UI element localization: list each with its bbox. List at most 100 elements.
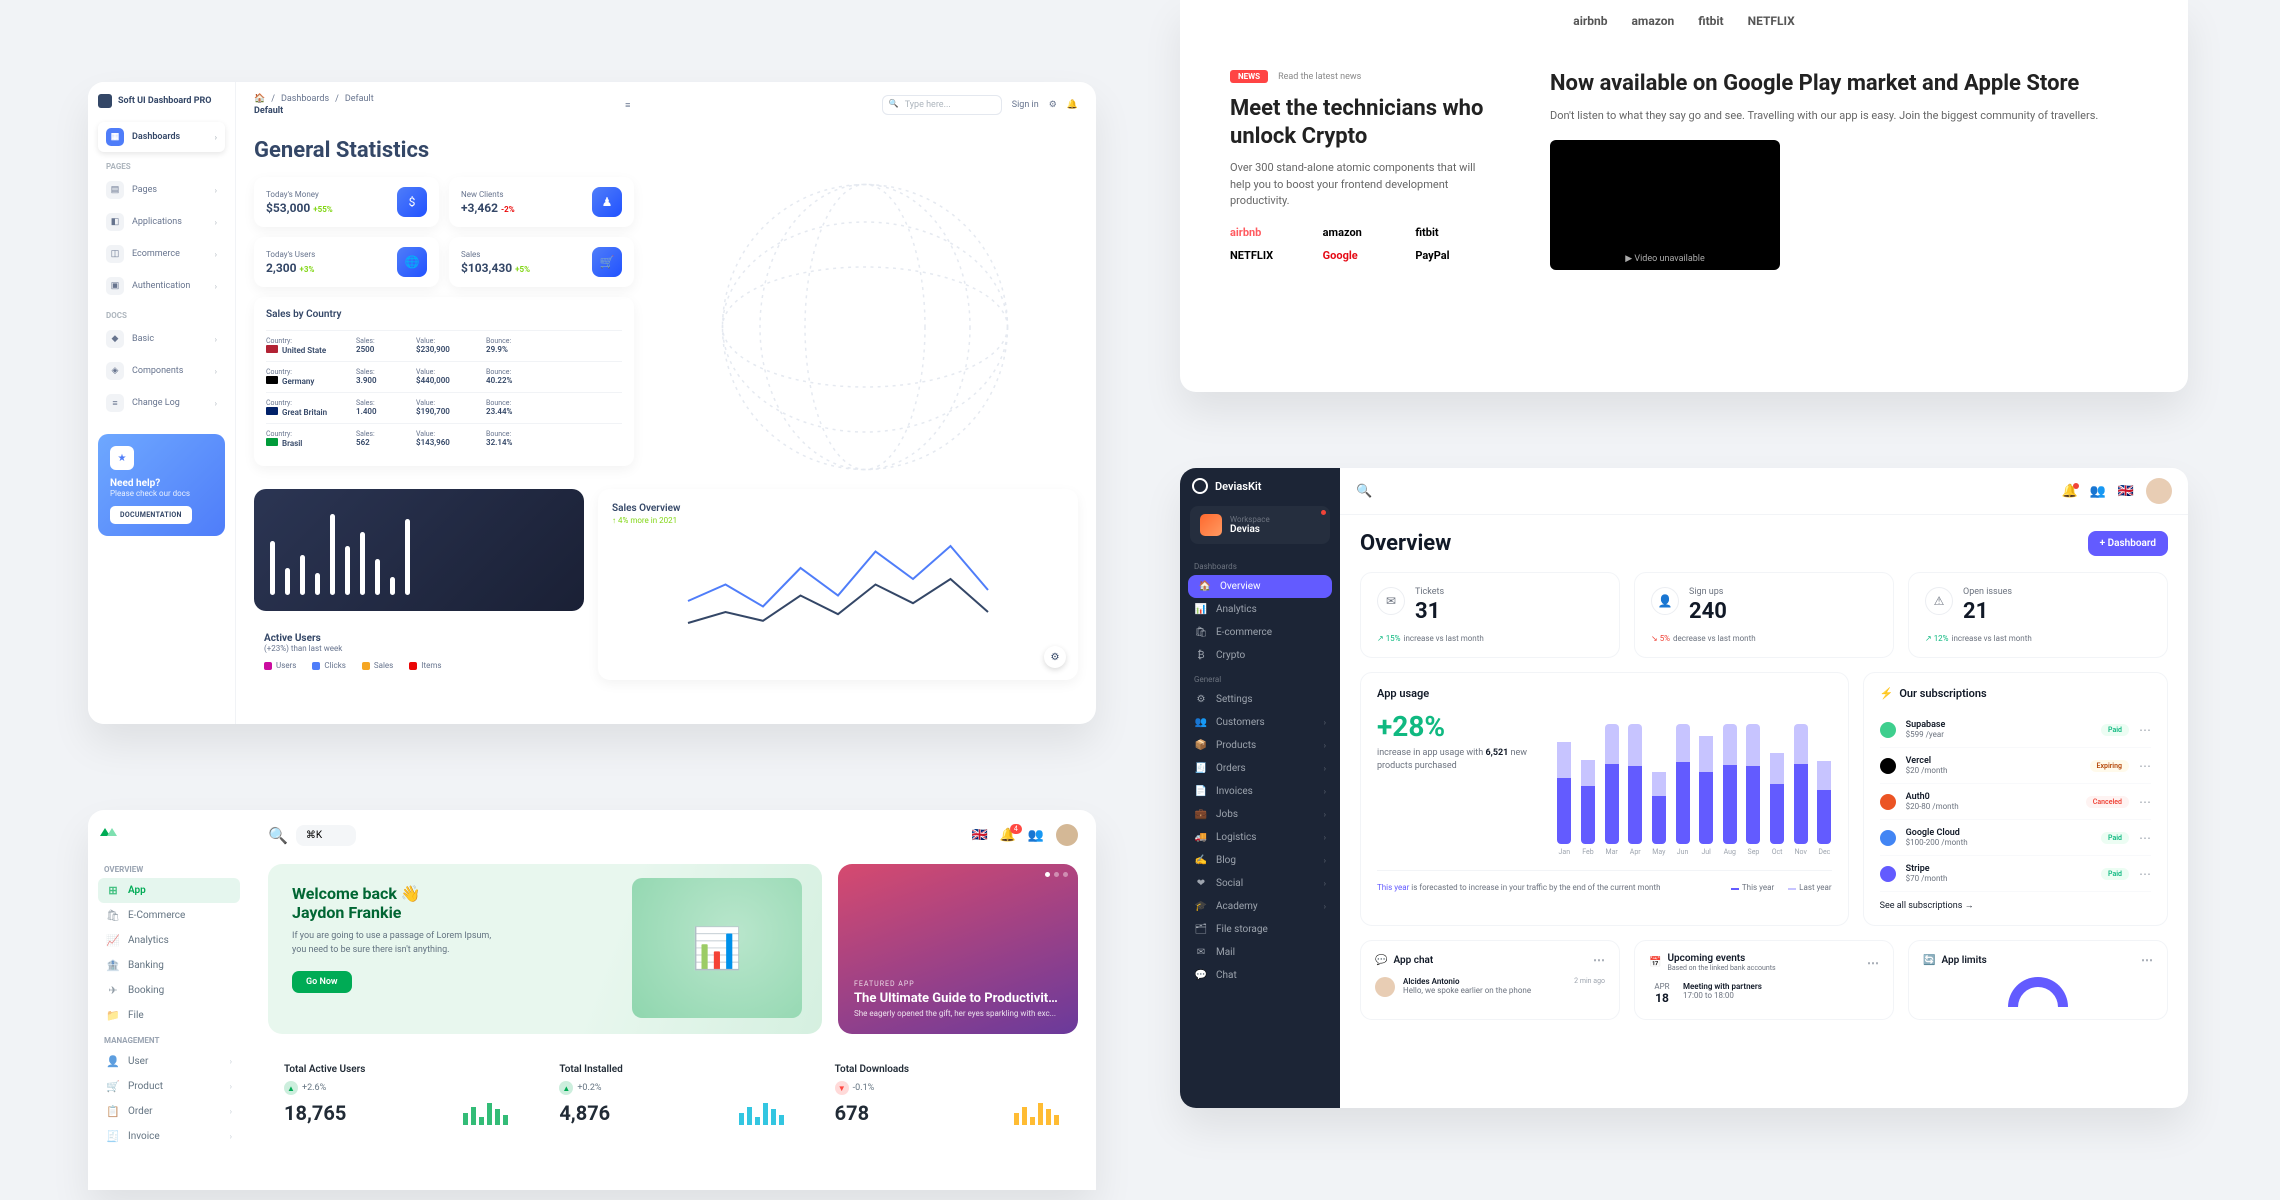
gear-icon[interactable]: ⚙ [1049, 100, 1057, 110]
avatar[interactable] [1056, 824, 1078, 846]
search-icon[interactable]: 🔍 [268, 826, 288, 845]
hero-illustration: 📊 [632, 878, 802, 1018]
sidebar-item-file storage[interactable]: 🗂File storage [1180, 918, 1340, 941]
sidebar-item-chat[interactable]: 💬Chat [1180, 964, 1340, 987]
settings-gear-icon[interactable]: ⚙ [1044, 646, 1066, 668]
brand-logo: NETFLIX [1748, 14, 1795, 28]
go-now-button[interactable]: Go Now [292, 971, 352, 993]
signin-link[interactable]: Sign in [1012, 100, 1039, 110]
breadcrumb-path[interactable]: Dashboards [281, 94, 329, 104]
sidebar-item-mail[interactable]: ✉Mail [1180, 941, 1340, 964]
new-dashboard-button[interactable]: + Dashboard [2088, 531, 2168, 556]
news-link[interactable]: Read the latest news [1278, 72, 1361, 82]
search-input[interactable]: Type here... [882, 95, 1002, 115]
brand-icon [98, 94, 112, 108]
featured-sub: She eagerly opened the gift, her eyes sp… [854, 1009, 1062, 1018]
forecast-link[interactable]: This year [1377, 883, 1409, 892]
bell-icon[interactable]: 🔔 [2061, 484, 2077, 499]
nav-icon: ₿ [1194, 650, 1208, 661]
flag-icon[interactable]: 🇬🇧 [2118, 484, 2134, 499]
sidebar-item-analytics[interactable]: 📈Analytics [98, 928, 240, 953]
main: 🔍⌘K 🇬🇧 🔔 👥 Welcome back 👋Jaydon Frankie … [250, 810, 1096, 1190]
bell-icon[interactable]: 🔔 [1067, 100, 1078, 110]
bell-icon[interactable]: 🔔 [1000, 828, 1016, 843]
more-icon[interactable]: ⋯ [2139, 867, 2151, 881]
avatar[interactable] [2146, 478, 2172, 504]
sidebar-item-logistics[interactable]: 🚚Logistics› [1180, 826, 1340, 849]
trend-icon: ↘ 5% [1651, 634, 1670, 643]
sidebar-item-user[interactable]: 👤User› [98, 1049, 240, 1074]
devias-dashboard-panel: DeviasKit WorkspaceDevias Dashboards🏠Ove… [1180, 468, 2188, 1108]
sidebar-item-analytics[interactable]: 📊Analytics [1180, 598, 1340, 621]
menu-toggle-icon[interactable]: ≡ [625, 100, 630, 111]
sidebar-item-basic[interactable]: ◆Basic› [98, 324, 225, 354]
app-usage-card: App usage +28% increase in app usage wit… [1360, 672, 1849, 926]
brand-icon [1192, 478, 1208, 494]
workspace-icon [1200, 514, 1222, 536]
sparkline [463, 1099, 513, 1125]
sidebar-item-orders[interactable]: 🧾Orders› [1180, 757, 1340, 780]
sidebar-item-order[interactable]: 📋Order› [98, 1099, 240, 1124]
sidebar-item-social[interactable]: ❤Social› [1180, 872, 1340, 895]
minimal-dashboard-panel: OVERVIEW⊞App🛍E-Commerce📈Analytics🏦Bankin… [88, 810, 1096, 1190]
sidebar-item-overview[interactable]: 🏠Overview [1188, 575, 1332, 598]
stat-icon: 🛒 [592, 247, 622, 277]
sidebar-item-e-commerce[interactable]: 🛍E-commerce [1180, 621, 1340, 644]
chevron-right-icon: › [1324, 787, 1326, 796]
sidebar-item-invoice[interactable]: 🧾Invoice› [98, 1124, 240, 1149]
sidebar-item-file[interactable]: 📁File [98, 1003, 240, 1028]
bar-column: Dec [1817, 724, 1832, 856]
nav-icon: ⚙ [1194, 694, 1208, 705]
sidebar-item-products[interactable]: 📦Products› [1180, 734, 1340, 757]
sidebar-item-pages[interactable]: ▤Pages› [98, 175, 225, 205]
more-icon[interactable]: ⋯ [2139, 795, 2151, 809]
sidebar-item-components[interactable]: ◈Components› [98, 356, 225, 386]
more-icon[interactable]: ⋯ [2139, 723, 2151, 737]
search-icon[interactable]: 🔍 [1356, 484, 1372, 499]
carousel-dots[interactable] [1045, 872, 1068, 877]
brand-logo: airbnb [1573, 14, 1607, 28]
sidebar-item-settings[interactable]: ⚙Settings [1180, 688, 1340, 711]
bar [390, 577, 395, 595]
more-icon[interactable]: ⋯ [2139, 831, 2151, 845]
sidebar-item-banking[interactable]: 🏦Banking [98, 953, 240, 978]
search-shortcut[interactable]: ⌘K [296, 825, 356, 846]
sidebar-item-change log[interactable]: ≡Change Log› [98, 388, 225, 418]
nav-icon: 📦 [1194, 740, 1208, 751]
applications-icon: ◧ [106, 213, 124, 231]
sidebar-item-blog[interactable]: ✍Blog› [1180, 849, 1340, 872]
sidebar-item-app[interactable]: ⊞App [98, 878, 240, 903]
flag-icon[interactable]: 🇬🇧 [971, 828, 987, 843]
contacts-icon[interactable]: 👥 [2090, 484, 2106, 499]
sidebar-item-jobs[interactable]: 💼Jobs› [1180, 803, 1340, 826]
documentation-button[interactable]: DOCUMENTATION [110, 506, 192, 524]
sidebar-item-ecommerce[interactable]: ◫Ecommerce› [98, 239, 225, 269]
nav-icon: 🧾 [106, 1130, 120, 1143]
more-icon[interactable]: ⋯ [1867, 956, 1879, 970]
subscription-row: Vercel$20 /monthExpiring⋯ [1880, 748, 2151, 784]
bar-column: Jan [1557, 724, 1572, 856]
sidebar-item-invoices[interactable]: 📄Invoices› [1180, 780, 1340, 803]
nav-icon: 💼 [1194, 809, 1208, 820]
service-icon [1880, 794, 1896, 810]
sidebar-item-customers[interactable]: 👥Customers› [1180, 711, 1340, 734]
see-all-link[interactable]: See all subscriptions → [1880, 900, 2151, 911]
sidebar-item-applications[interactable]: ◧Applications› [98, 207, 225, 237]
sidebar-item-product[interactable]: 🛒Product› [98, 1074, 240, 1099]
more-icon[interactable]: ⋯ [2139, 759, 2151, 773]
more-icon[interactable]: ⋯ [1593, 953, 1605, 967]
contacts-icon[interactable]: 👥 [1028, 828, 1044, 843]
sidebar-item-academy[interactable]: 🎓Academy› [1180, 895, 1340, 918]
sidebar-item-booking[interactable]: ✈Booking [98, 978, 240, 1003]
video-placeholder[interactable]: ▶ Video unavailable [1550, 140, 1780, 270]
more-icon[interactable]: ⋯ [2141, 953, 2153, 967]
workspace-selector[interactable]: WorkspaceDevias [1190, 506, 1330, 544]
nav-icon: 🛍 [106, 909, 120, 922]
featured-card[interactable]: FEATURED APP The Ultimate Guide to Produ… [838, 864, 1078, 1034]
au-title: App usage [1377, 687, 1832, 700]
sidebar-item-authentication[interactable]: ▣Authentication› [98, 271, 225, 301]
sidebar-item-dashboards[interactable]: ▦Dashboards› [98, 122, 225, 152]
home-icon[interactable]: 🏠 [254, 94, 265, 104]
sidebar-item-e-commerce[interactable]: 🛍E-Commerce [98, 903, 240, 928]
sidebar-item-crypto[interactable]: ₿Crypto [1180, 644, 1340, 667]
